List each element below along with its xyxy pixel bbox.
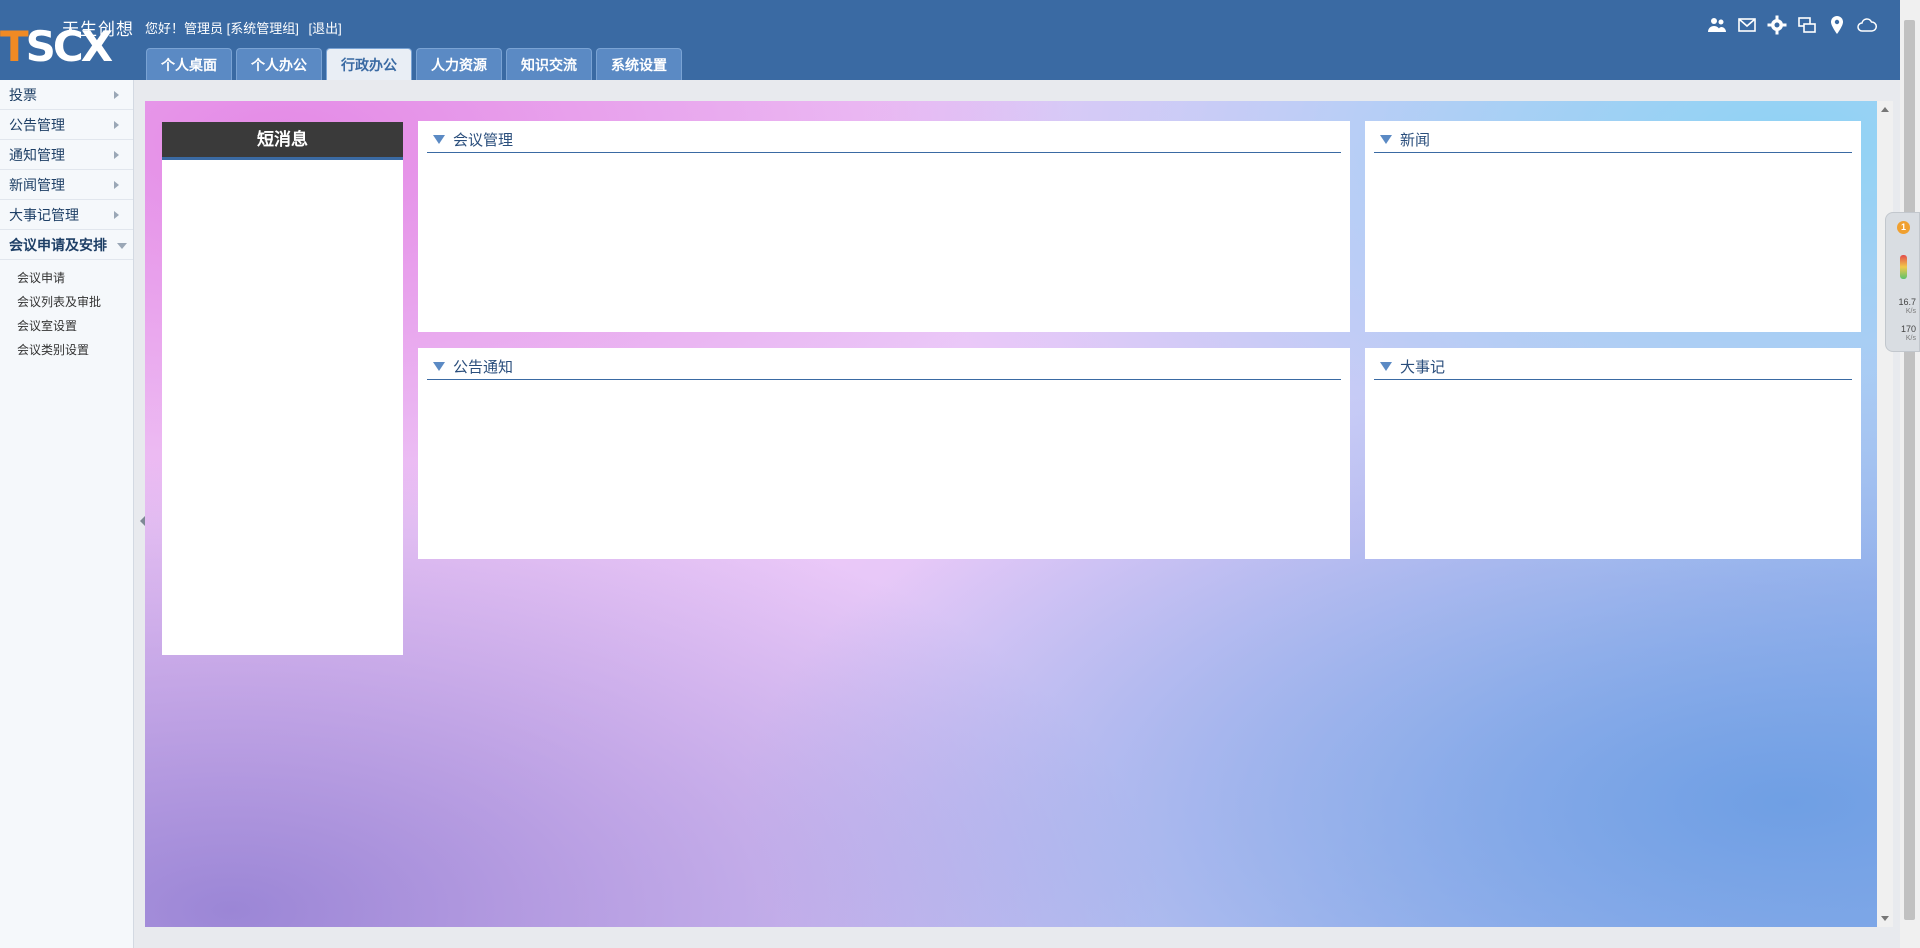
collapse-triangle-icon[interactable]: [433, 135, 445, 144]
portlet-header[interactable]: 大事记: [1374, 354, 1852, 380]
location-icon[interactable]: [1826, 14, 1848, 36]
scroll-up-icon[interactable]: [1881, 107, 1889, 112]
logo: TSCX 天生创想: [0, 12, 135, 68]
sidebar-item-label: 投票: [9, 87, 37, 103]
sidebar: 投票 公告管理 通知管理 新闻管理 大事记管理 会议申请及安排 会议申请 会议列…: [0, 80, 134, 948]
submenu-meeting-room[interactable]: 会议室设置: [0, 314, 133, 338]
download-unit: K/s: [1905, 335, 1916, 342]
sidebar-item-vote[interactable]: 投票: [0, 80, 133, 110]
portlet-events: 大事记: [1365, 348, 1861, 559]
chevron-right-icon: [114, 181, 119, 189]
welcome-bar: 您好！管理员 [系统管理组] [退出]: [145, 18, 342, 37]
download-speed: 170: [1900, 324, 1916, 334]
chevron-right-icon: [114, 211, 119, 219]
chevron-down-icon: [117, 243, 127, 249]
sidebar-item-notice[interactable]: 通知管理: [0, 140, 133, 170]
submenu-meeting-category[interactable]: 会议类别设置: [0, 338, 133, 362]
portlet-title: 新闻: [1400, 132, 1431, 149]
sidebar-submenu: 会议申请 会议列表及审批 会议室设置 会议类别设置: [0, 260, 133, 362]
signal-bar-icon: [1900, 255, 1907, 279]
page-scrollbar[interactable]: [1900, 0, 1920, 948]
tab-personal-office[interactable]: 个人办公: [236, 48, 322, 80]
network-speed-widget[interactable]: 1 16.7 K/s 170 K/s: [1885, 212, 1920, 352]
scroll-down-icon[interactable]: [1881, 916, 1889, 921]
sidebar-item-news[interactable]: 新闻管理: [0, 170, 133, 200]
tab-system-settings[interactable]: 系统设置: [596, 48, 682, 80]
logout-link[interactable]: [退出]: [308, 21, 341, 36]
sidebar-item-label: 通知管理: [9, 147, 65, 163]
chevron-right-icon: [114, 91, 119, 99]
cloud-icon[interactable]: [1856, 14, 1878, 36]
sidebar-item-label: 新闻管理: [9, 177, 65, 193]
portlet-title: 大事记: [1400, 359, 1446, 376]
header-tools: [1706, 14, 1878, 36]
message-panel-title: 短消息: [162, 122, 403, 160]
sidebar-item-announcement[interactable]: 公告管理: [0, 110, 133, 140]
portlet-notice: 公告通知: [418, 348, 1350, 559]
welcome-text: 您好！管理员 [系统管理组]: [145, 21, 299, 36]
tab-knowledge-exchange[interactable]: 知识交流: [506, 48, 592, 80]
collapse-triangle-icon[interactable]: [433, 362, 445, 371]
portlet-title: 会议管理: [453, 132, 514, 149]
logo-cn: 天生创想: [62, 20, 134, 39]
top-header: TSCX 天生创想 您好！管理员 [系统管理组] [退出] 个人桌面 个人办公 …: [0, 0, 1900, 80]
sidebar-item-meeting[interactable]: 会议申请及安排: [0, 230, 133, 260]
message-panel: 短消息: [162, 122, 403, 655]
notification-badge: 1: [1897, 221, 1910, 234]
chevron-right-icon: [114, 121, 119, 129]
main-tabs: 个人桌面 个人办公 行政办公 人力资源 知识交流 系统设置: [146, 48, 682, 80]
portlet-header[interactable]: 会议管理: [427, 127, 1341, 153]
tab-personal-desktop[interactable]: 个人桌面: [146, 48, 232, 80]
portlet-title: 公告通知: [453, 359, 514, 376]
portlet-header[interactable]: 新闻: [1374, 127, 1852, 153]
chevron-right-icon: [114, 151, 119, 159]
users-icon[interactable]: [1706, 14, 1728, 36]
upload-unit: K/s: [1905, 308, 1916, 315]
sidebar-item-label: 会议申请及安排: [9, 237, 107, 253]
portlet-news: 新闻: [1365, 121, 1861, 332]
screens-icon[interactable]: [1796, 14, 1818, 36]
gear-icon[interactable]: [1766, 14, 1788, 36]
sidebar-item-events[interactable]: 大事记管理: [0, 200, 133, 230]
sidebar-item-label: 公告管理: [9, 117, 65, 133]
tab-human-resources[interactable]: 人力资源: [416, 48, 502, 80]
collapse-triangle-icon[interactable]: [1380, 362, 1392, 371]
sidebar-item-label: 大事记管理: [9, 207, 79, 223]
submenu-meeting-apply[interactable]: 会议申请: [0, 266, 133, 290]
collapse-triangle-icon[interactable]: [1380, 135, 1392, 144]
portlet-header[interactable]: 公告通知: [427, 354, 1341, 380]
tab-admin-office[interactable]: 行政办公: [326, 48, 412, 80]
upload-speed: 16.7: [1898, 297, 1916, 307]
scrollbar-thumb[interactable]: [1904, 20, 1915, 920]
mail-icon[interactable]: [1736, 14, 1758, 36]
portlet-meeting: 会议管理: [418, 121, 1350, 332]
submenu-meeting-list[interactable]: 会议列表及审批: [0, 290, 133, 314]
